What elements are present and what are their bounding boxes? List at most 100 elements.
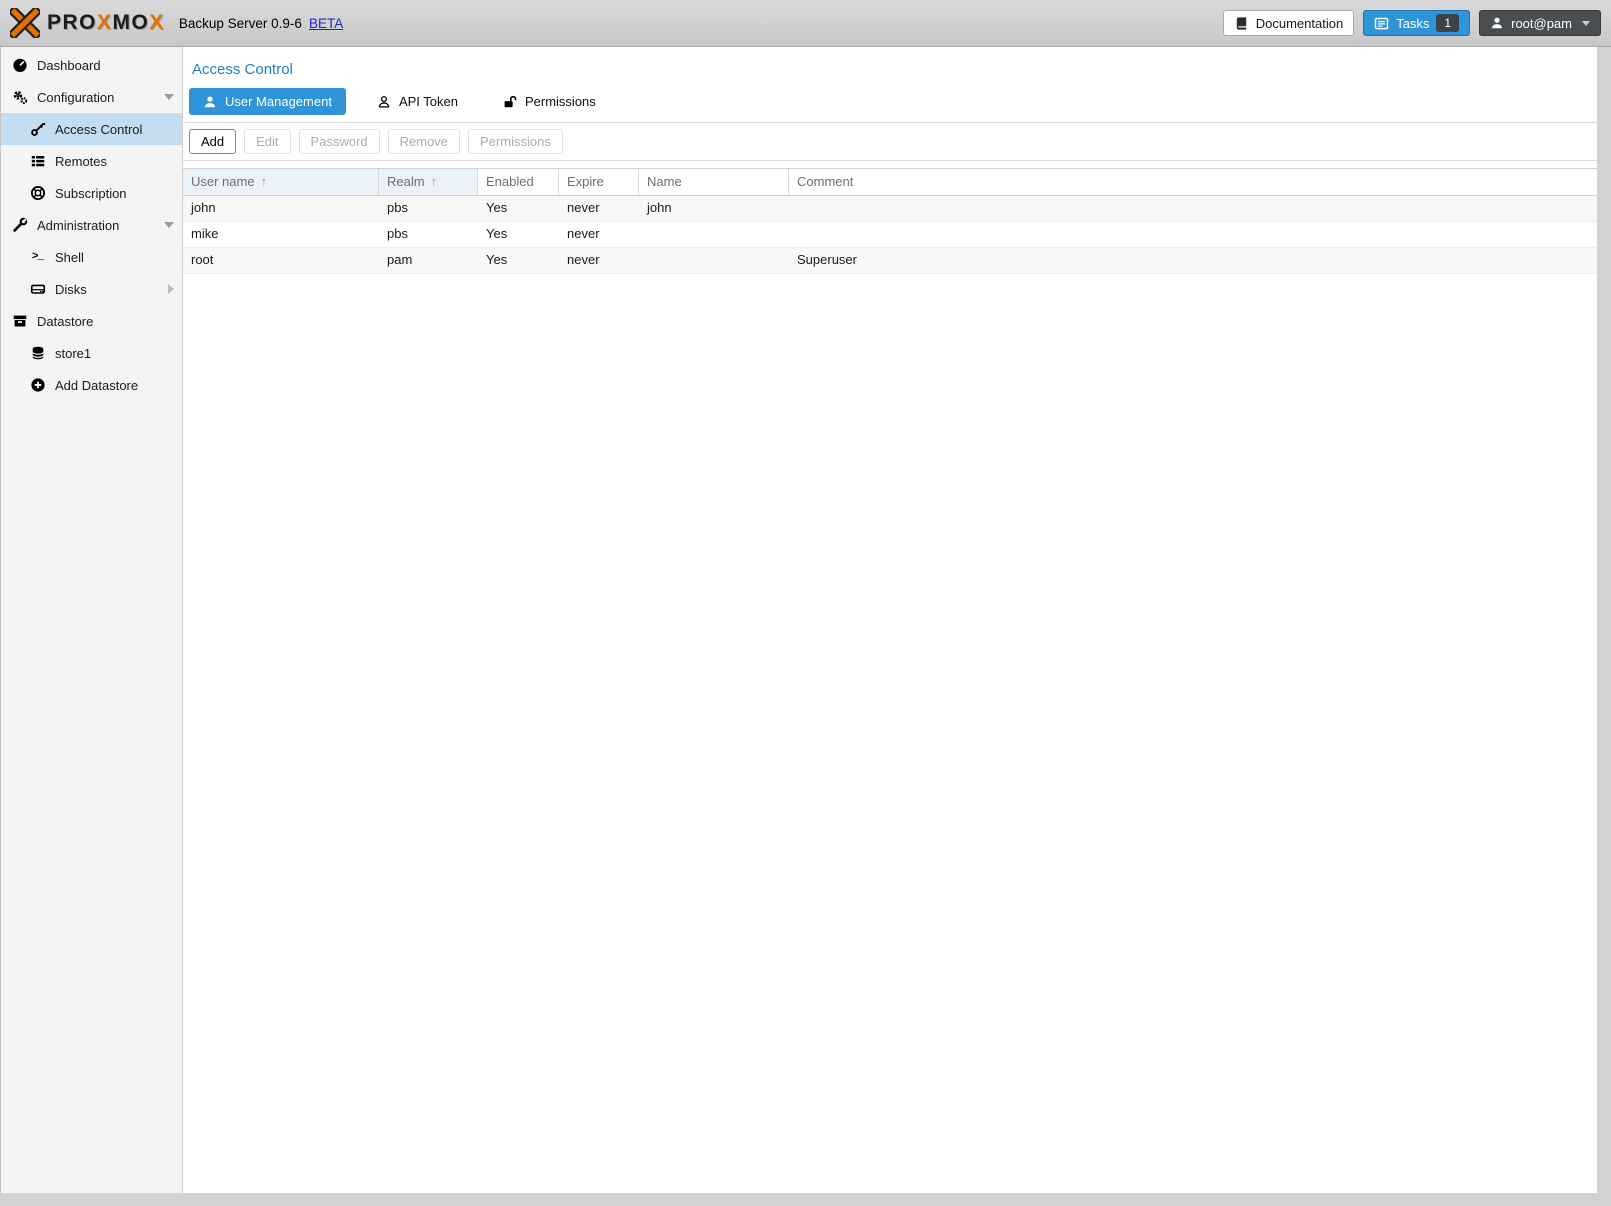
- unlock-icon: [503, 95, 517, 109]
- chevron-down-icon[interactable]: [164, 222, 174, 228]
- documentation-button[interactable]: Documentation: [1223, 10, 1354, 36]
- gauge-icon: [11, 57, 28, 73]
- user-icon: [203, 95, 217, 109]
- table-row-root[interactable]: root pam Yes never Superuser: [183, 248, 1597, 274]
- sidebar-item-access-control[interactable]: Access Control: [1, 113, 182, 145]
- tab-permissions[interactable]: Permissions: [489, 88, 610, 115]
- edit-button: Edit: [244, 129, 290, 154]
- sidebar-item-label: Administration: [37, 218, 119, 233]
- sidebar-item-label: Add Datastore: [55, 378, 138, 393]
- tasks-label: Tasks: [1396, 16, 1429, 31]
- column-header-realm[interactable]: Realm: [379, 169, 478, 195]
- content-panel: Access Control User Management: [183, 47, 1597, 1193]
- chevron-right-icon[interactable]: [168, 284, 174, 294]
- sidebar-item-label: store1: [55, 346, 91, 361]
- add-button[interactable]: Add: [189, 129, 236, 154]
- column-header-enabled[interactable]: Enabled: [478, 169, 559, 195]
- cell-expire: never: [559, 248, 639, 273]
- column-header-user-name[interactable]: User name: [183, 169, 379, 195]
- tasks-button[interactable]: Tasks 1: [1363, 10, 1470, 36]
- user-avatar-icon: [1490, 16, 1504, 30]
- cell-user-name: mike: [183, 222, 379, 247]
- column-header-expire[interactable]: Expire: [559, 169, 639, 195]
- proxmox-wordmark: PROXMOX: [47, 11, 165, 35]
- tab-user-management[interactable]: User Management: [189, 88, 346, 115]
- product-title: Backup Server 0.9-6: [179, 16, 302, 31]
- hdd-icon: [29, 281, 46, 297]
- column-header-name[interactable]: Name: [639, 169, 789, 195]
- sidebar-item-configuration[interactable]: Configuration: [1, 81, 182, 113]
- chevron-down-icon: [1582, 21, 1590, 26]
- tasks-count-badge: 1: [1436, 14, 1459, 32]
- cell-enabled: Yes: [478, 196, 559, 221]
- wrench-icon: [11, 217, 28, 233]
- cell-name: john: [639, 196, 789, 221]
- list-icon: [29, 153, 46, 169]
- proxmox-logo: PROXMOX: [10, 8, 165, 38]
- key-icon: [29, 121, 46, 137]
- user-outline-icon: [377, 95, 391, 109]
- book-icon: [1234, 16, 1249, 31]
- cell-realm: pbs: [379, 196, 478, 221]
- documentation-label: Documentation: [1256, 16, 1343, 31]
- cogs-icon: [11, 89, 28, 105]
- life-ring-icon: [29, 185, 46, 201]
- sidebar-item-datastore[interactable]: Datastore: [1, 305, 182, 337]
- cell-realm: pam: [379, 248, 478, 273]
- page-title: Access Control: [183, 47, 1597, 78]
- cell-enabled: Yes: [478, 222, 559, 247]
- toolbar: Add Edit Password Remove Permissions: [183, 123, 1597, 161]
- task-list-icon: [1374, 16, 1389, 31]
- sidebar-item-add-datastore[interactable]: Add Datastore: [1, 369, 182, 401]
- sidebar-item-shell[interactable]: >_ Shell: [1, 241, 182, 273]
- tab-api-token[interactable]: API Token: [363, 88, 472, 115]
- sidebar: Dashboard Configuration Access Control: [0, 47, 183, 1193]
- user-table: User name Realm Enabled Expire Name Comm…: [183, 168, 1597, 274]
- cell-enabled: Yes: [478, 248, 559, 273]
- sidebar-item-subscription[interactable]: Subscription: [1, 177, 182, 209]
- cell-name: [639, 222, 789, 247]
- cell-user-name: john: [183, 196, 379, 221]
- sidebar-item-label: Configuration: [37, 90, 114, 105]
- sidebar-item-label: Datastore: [37, 314, 93, 329]
- sidebar-item-store1[interactable]: store1: [1, 337, 182, 369]
- sidebar-item-label: Access Control: [55, 122, 142, 137]
- sidebar-item-administration[interactable]: Administration: [1, 209, 182, 241]
- table-row-mike[interactable]: mike pbs Yes never: [183, 222, 1597, 248]
- sort-asc-icon: [425, 174, 438, 189]
- sort-asc-icon: [255, 174, 268, 189]
- remove-button: Remove: [388, 129, 460, 154]
- database-icon: [29, 345, 46, 361]
- archive-icon: [11, 313, 28, 329]
- table-header-row: User name Realm Enabled Expire Name Comm…: [183, 168, 1597, 196]
- sidebar-item-label: Subscription: [55, 186, 127, 201]
- plus-circle-icon: [29, 377, 46, 393]
- sidebar-item-label: Remotes: [55, 154, 107, 169]
- column-header-comment[interactable]: Comment: [789, 169, 1597, 195]
- tab-label: User Management: [225, 94, 332, 109]
- sidebar-item-disks[interactable]: Disks: [1, 273, 182, 305]
- sidebar-item-remotes[interactable]: Remotes: [1, 145, 182, 177]
- tab-bar: User Management API Token: [183, 78, 1597, 123]
- tab-label: API Token: [399, 94, 458, 109]
- permissions-button: Permissions: [468, 129, 563, 154]
- top-bar: PROXMOX Backup Server 0.9-6 BETA Documen…: [0, 0, 1611, 47]
- proxmox-x-icon: [10, 8, 40, 38]
- cell-user-name: root: [183, 248, 379, 273]
- chevron-down-icon[interactable]: [164, 94, 174, 100]
- cell-comment: [789, 196, 1597, 221]
- password-button: Password: [299, 129, 380, 154]
- cell-realm: pbs: [379, 222, 478, 247]
- sidebar-item-dashboard[interactable]: Dashboard: [1, 49, 182, 81]
- tab-label: Permissions: [525, 94, 596, 109]
- beta-link[interactable]: BETA: [309, 16, 343, 31]
- cell-comment: [789, 222, 1597, 247]
- table-row-john[interactable]: john pbs Yes never john: [183, 196, 1597, 222]
- cell-expire: never: [559, 196, 639, 221]
- sidebar-item-label: Shell: [55, 250, 84, 265]
- cell-name: [639, 248, 789, 273]
- terminal-icon: >_: [29, 249, 46, 265]
- cell-expire: never: [559, 222, 639, 247]
- cell-comment: Superuser: [789, 248, 1597, 273]
- user-menu-button[interactable]: root@pam: [1479, 10, 1601, 36]
